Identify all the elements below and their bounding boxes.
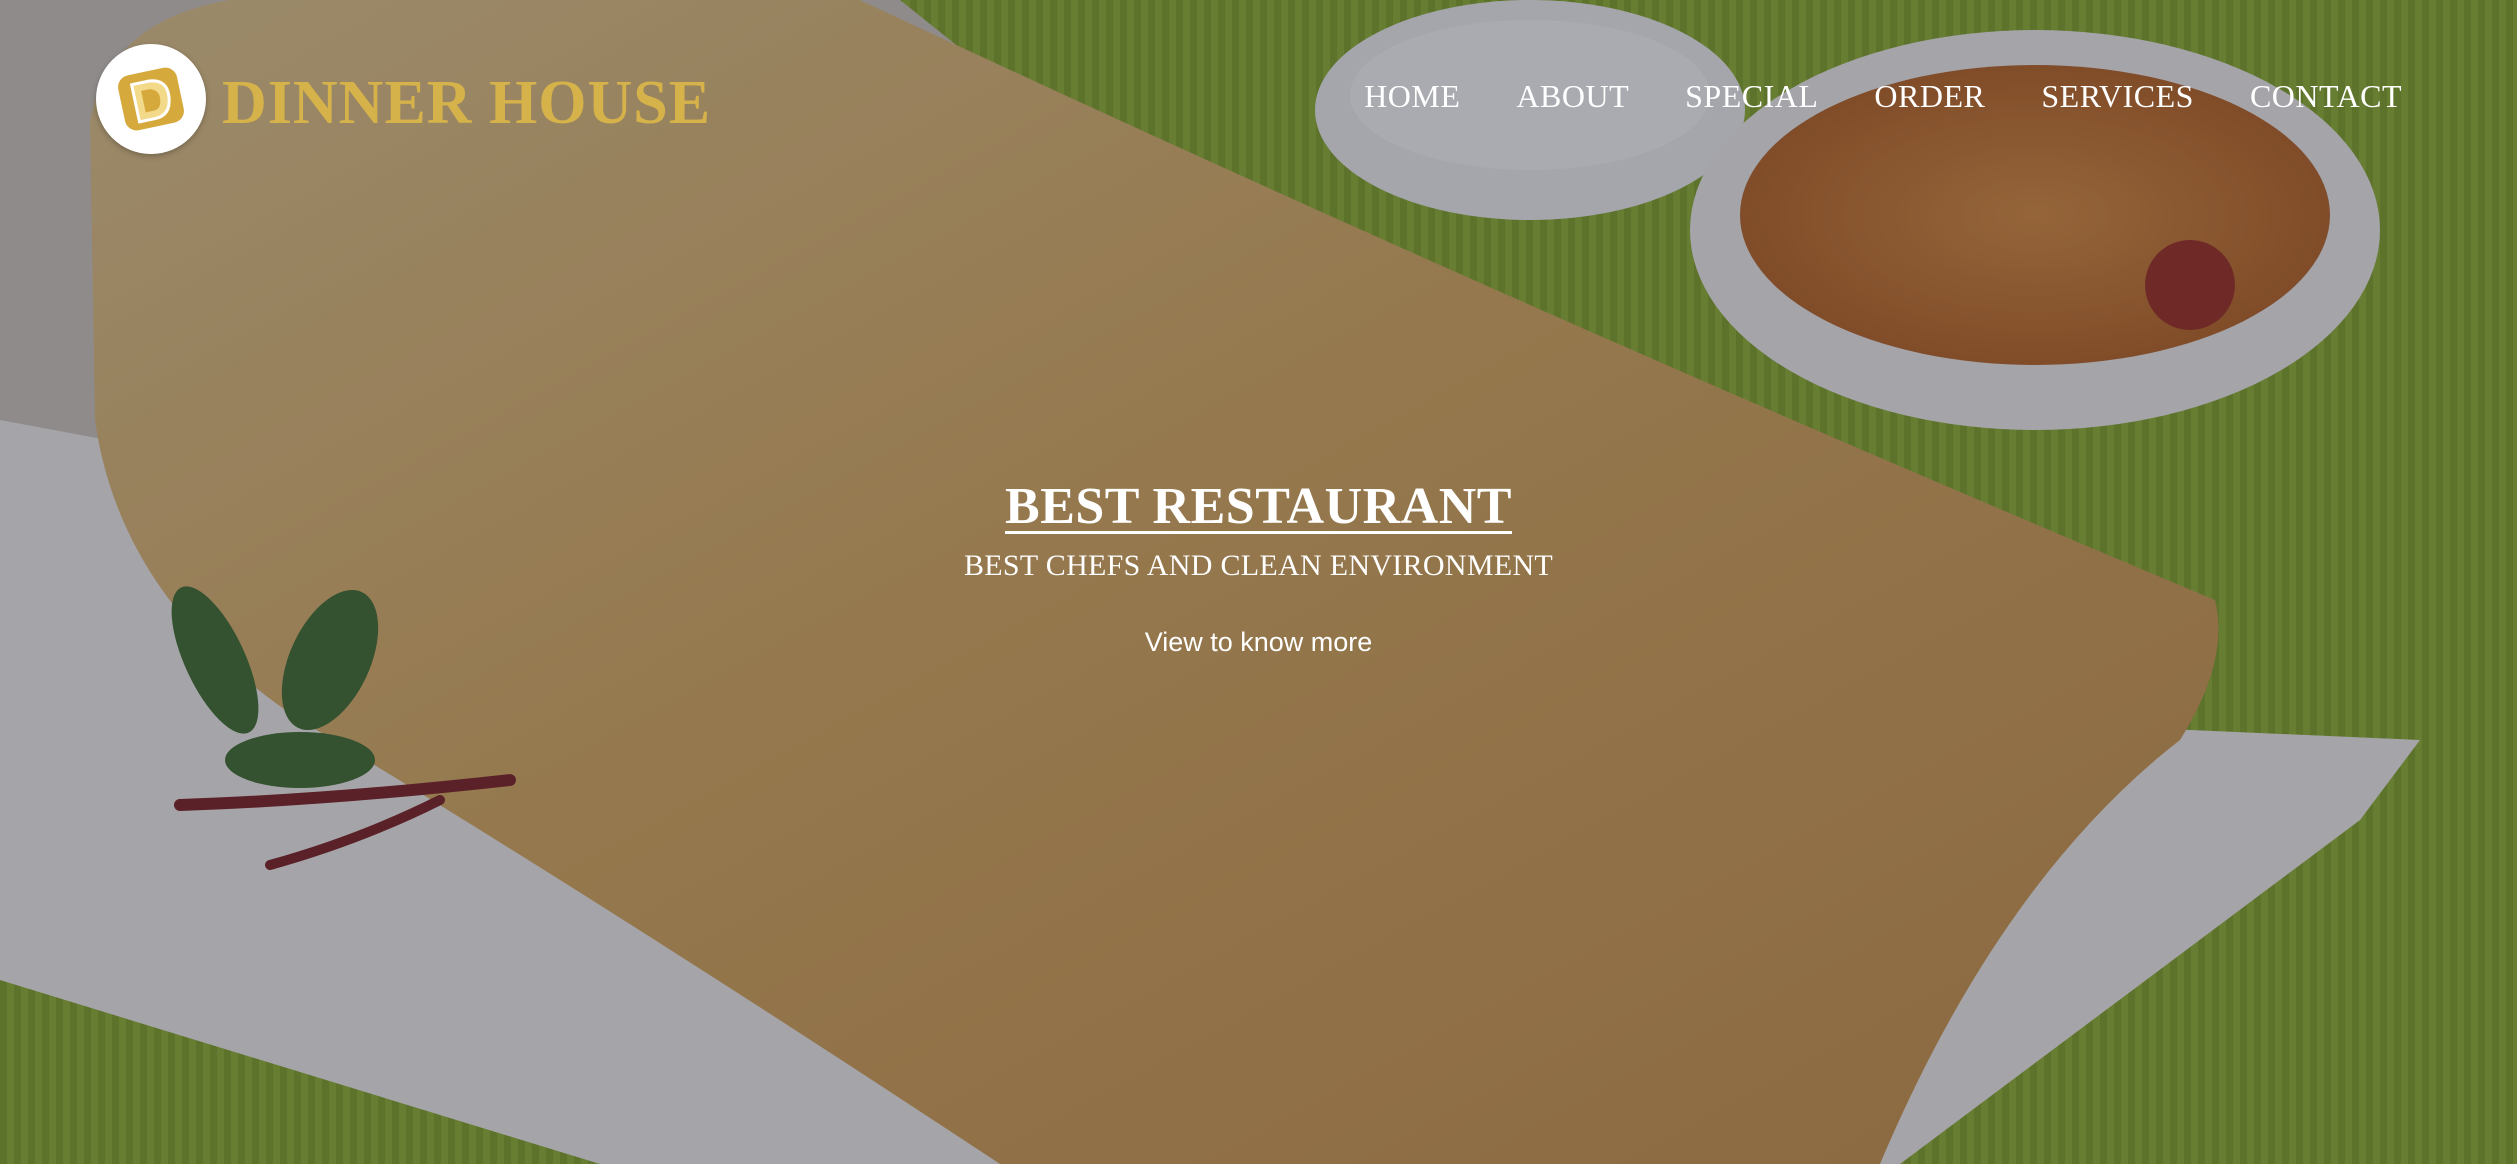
nav-item-special[interactable]: SPECIAL xyxy=(1685,80,1818,112)
main-nav: HOME ABOUT SPECIAL ORDER SERVICES CONTAC… xyxy=(1364,80,2402,112)
hero-subtitle: BEST CHEFS AND CLEAN ENVIRONMENT xyxy=(963,549,1554,583)
hero-title: BEST RESTAURANT xyxy=(1005,478,1512,535)
dosa-logo-icon xyxy=(96,44,206,154)
nav-item-services[interactable]: SERVICES xyxy=(2041,80,2194,112)
nav-item-about[interactable]: ABOUT xyxy=(1516,80,1629,112)
nav-item-contact[interactable]: CONTACT xyxy=(2250,80,2402,112)
hero-content: BEST RESTAURANT BEST CHEFS AND CLEAN ENV… xyxy=(0,478,2517,658)
nav-item-home[interactable]: HOME xyxy=(1364,80,1460,112)
nav-item-order[interactable]: ORDER xyxy=(1874,80,1985,112)
view-more-link[interactable]: View to know more xyxy=(1145,627,1373,658)
landing-page: DINNER HOUSE HOME ABOUT SPECIAL ORDER SE… xyxy=(0,0,2517,1164)
brand-name: DINNER HOUSE xyxy=(222,69,712,137)
brand-logo[interactable]: DINNER HOUSE xyxy=(96,44,711,154)
